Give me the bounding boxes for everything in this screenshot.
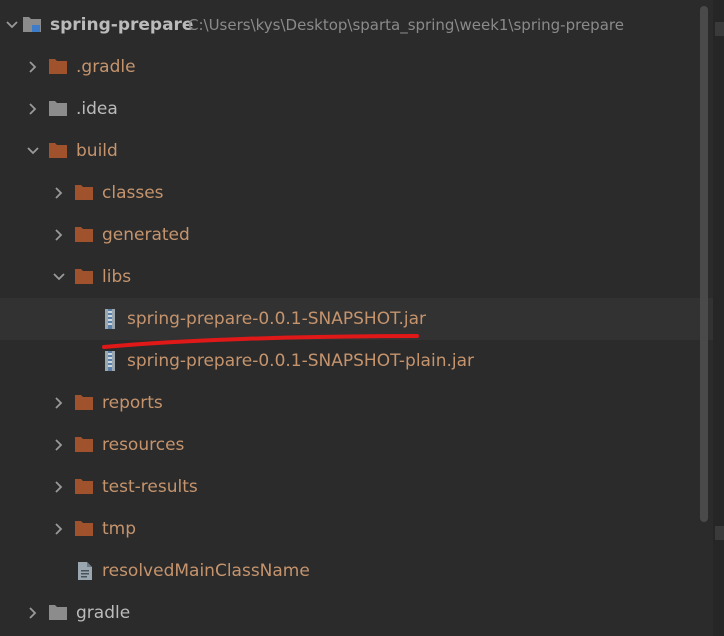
tree-row-root[interactable]: spring-prepare C:\Users\kys\Desktop\spar… (0, 4, 724, 46)
tree-item-label: .gradle (76, 57, 136, 77)
tree-item-label: spring-prepare-0.0.1-SNAPSHOT-plain.jar (127, 351, 474, 371)
tree-row-build[interactable]: build (0, 130, 724, 172)
folder-icon (74, 267, 94, 285)
folder-icon (48, 603, 68, 621)
project-name: spring-prepare (50, 15, 194, 35)
tree-item-label: resolvedMainClassName (102, 561, 310, 581)
tree-row-test-results[interactable]: test-results (0, 466, 724, 508)
tree-row-snapshot-jar[interactable]: spring-prepare-0.0.1-SNAPSHOT.jar (0, 298, 724, 340)
chevron-right-icon[interactable] (25, 101, 41, 117)
gutter-marker (715, 526, 724, 540)
tree-item-label: resources (102, 435, 185, 455)
tree-item-label: reports (102, 393, 163, 413)
tree-item-label: generated (102, 225, 190, 245)
folder-icon (74, 435, 94, 453)
tree-item-label: classes (102, 183, 164, 203)
vertical-scrollbar[interactable] (700, 6, 708, 522)
tree-row-gradle-cache[interactable]: .gradle (0, 46, 724, 88)
tree-row-libs[interactable]: libs (0, 256, 724, 298)
tree-row-classes[interactable]: classes (0, 172, 724, 214)
project-path: C:\Users\kys\Desktop\sparta_spring\week1… (188, 16, 624, 34)
folder-icon (74, 225, 94, 243)
tree-row-generated[interactable]: generated (0, 214, 724, 256)
tree-row-reports[interactable]: reports (0, 382, 724, 424)
tree-item-label: test-results (102, 477, 198, 497)
chevron-right-icon[interactable] (25, 605, 41, 621)
tree-item-label: tmp (102, 519, 137, 539)
tree-row-tmp[interactable]: tmp (0, 508, 724, 550)
folder-icon (48, 99, 68, 117)
folder-icon (74, 477, 94, 495)
chevron-right-icon[interactable] (51, 437, 67, 453)
chevron-right-icon[interactable] (51, 227, 67, 243)
tree-item-label: libs (102, 267, 132, 287)
tree-item-label: .idea (76, 99, 118, 119)
tree-item-label: gradle (76, 603, 131, 623)
folder-icon (74, 519, 94, 537)
jar-archive-icon (102, 309, 118, 329)
chevron-down-icon[interactable] (25, 143, 41, 159)
chevron-right-icon[interactable] (51, 185, 67, 201)
gutter-marker (715, 22, 724, 36)
project-tree-panel: spring-prepare C:\Users\kys\Desktop\spar… (0, 0, 724, 636)
chevron-right-icon[interactable] (25, 59, 41, 75)
editor-gutter-strip (713, 0, 724, 636)
tree-row-plain-jar[interactable]: spring-prepare-0.0.1-SNAPSHOT-plain.jar (0, 340, 724, 382)
chevron-down-icon[interactable] (4, 17, 20, 33)
module-folder-icon (22, 15, 42, 33)
chevron-down-icon[interactable] (51, 269, 67, 285)
folder-icon (48, 141, 68, 159)
chevron-right-icon[interactable] (51, 521, 67, 537)
tree-row-idea[interactable]: .idea (0, 88, 724, 130)
jar-archive-icon (102, 351, 118, 371)
file-icon (77, 561, 93, 580)
tree-item-label: spring-prepare-0.0.1-SNAPSHOT.jar (127, 309, 426, 329)
chevron-right-icon[interactable] (51, 395, 67, 411)
tree-row-resources[interactable]: resources (0, 424, 724, 466)
tree-row-resolved-main-class-name[interactable]: resolvedMainClassName (0, 550, 724, 592)
folder-icon (74, 393, 94, 411)
chevron-right-icon[interactable] (51, 479, 67, 495)
folder-icon (48, 57, 68, 75)
tree-row-gradle[interactable]: gradle (0, 592, 724, 634)
folder-icon (74, 183, 94, 201)
tree-item-label: build (76, 141, 118, 161)
